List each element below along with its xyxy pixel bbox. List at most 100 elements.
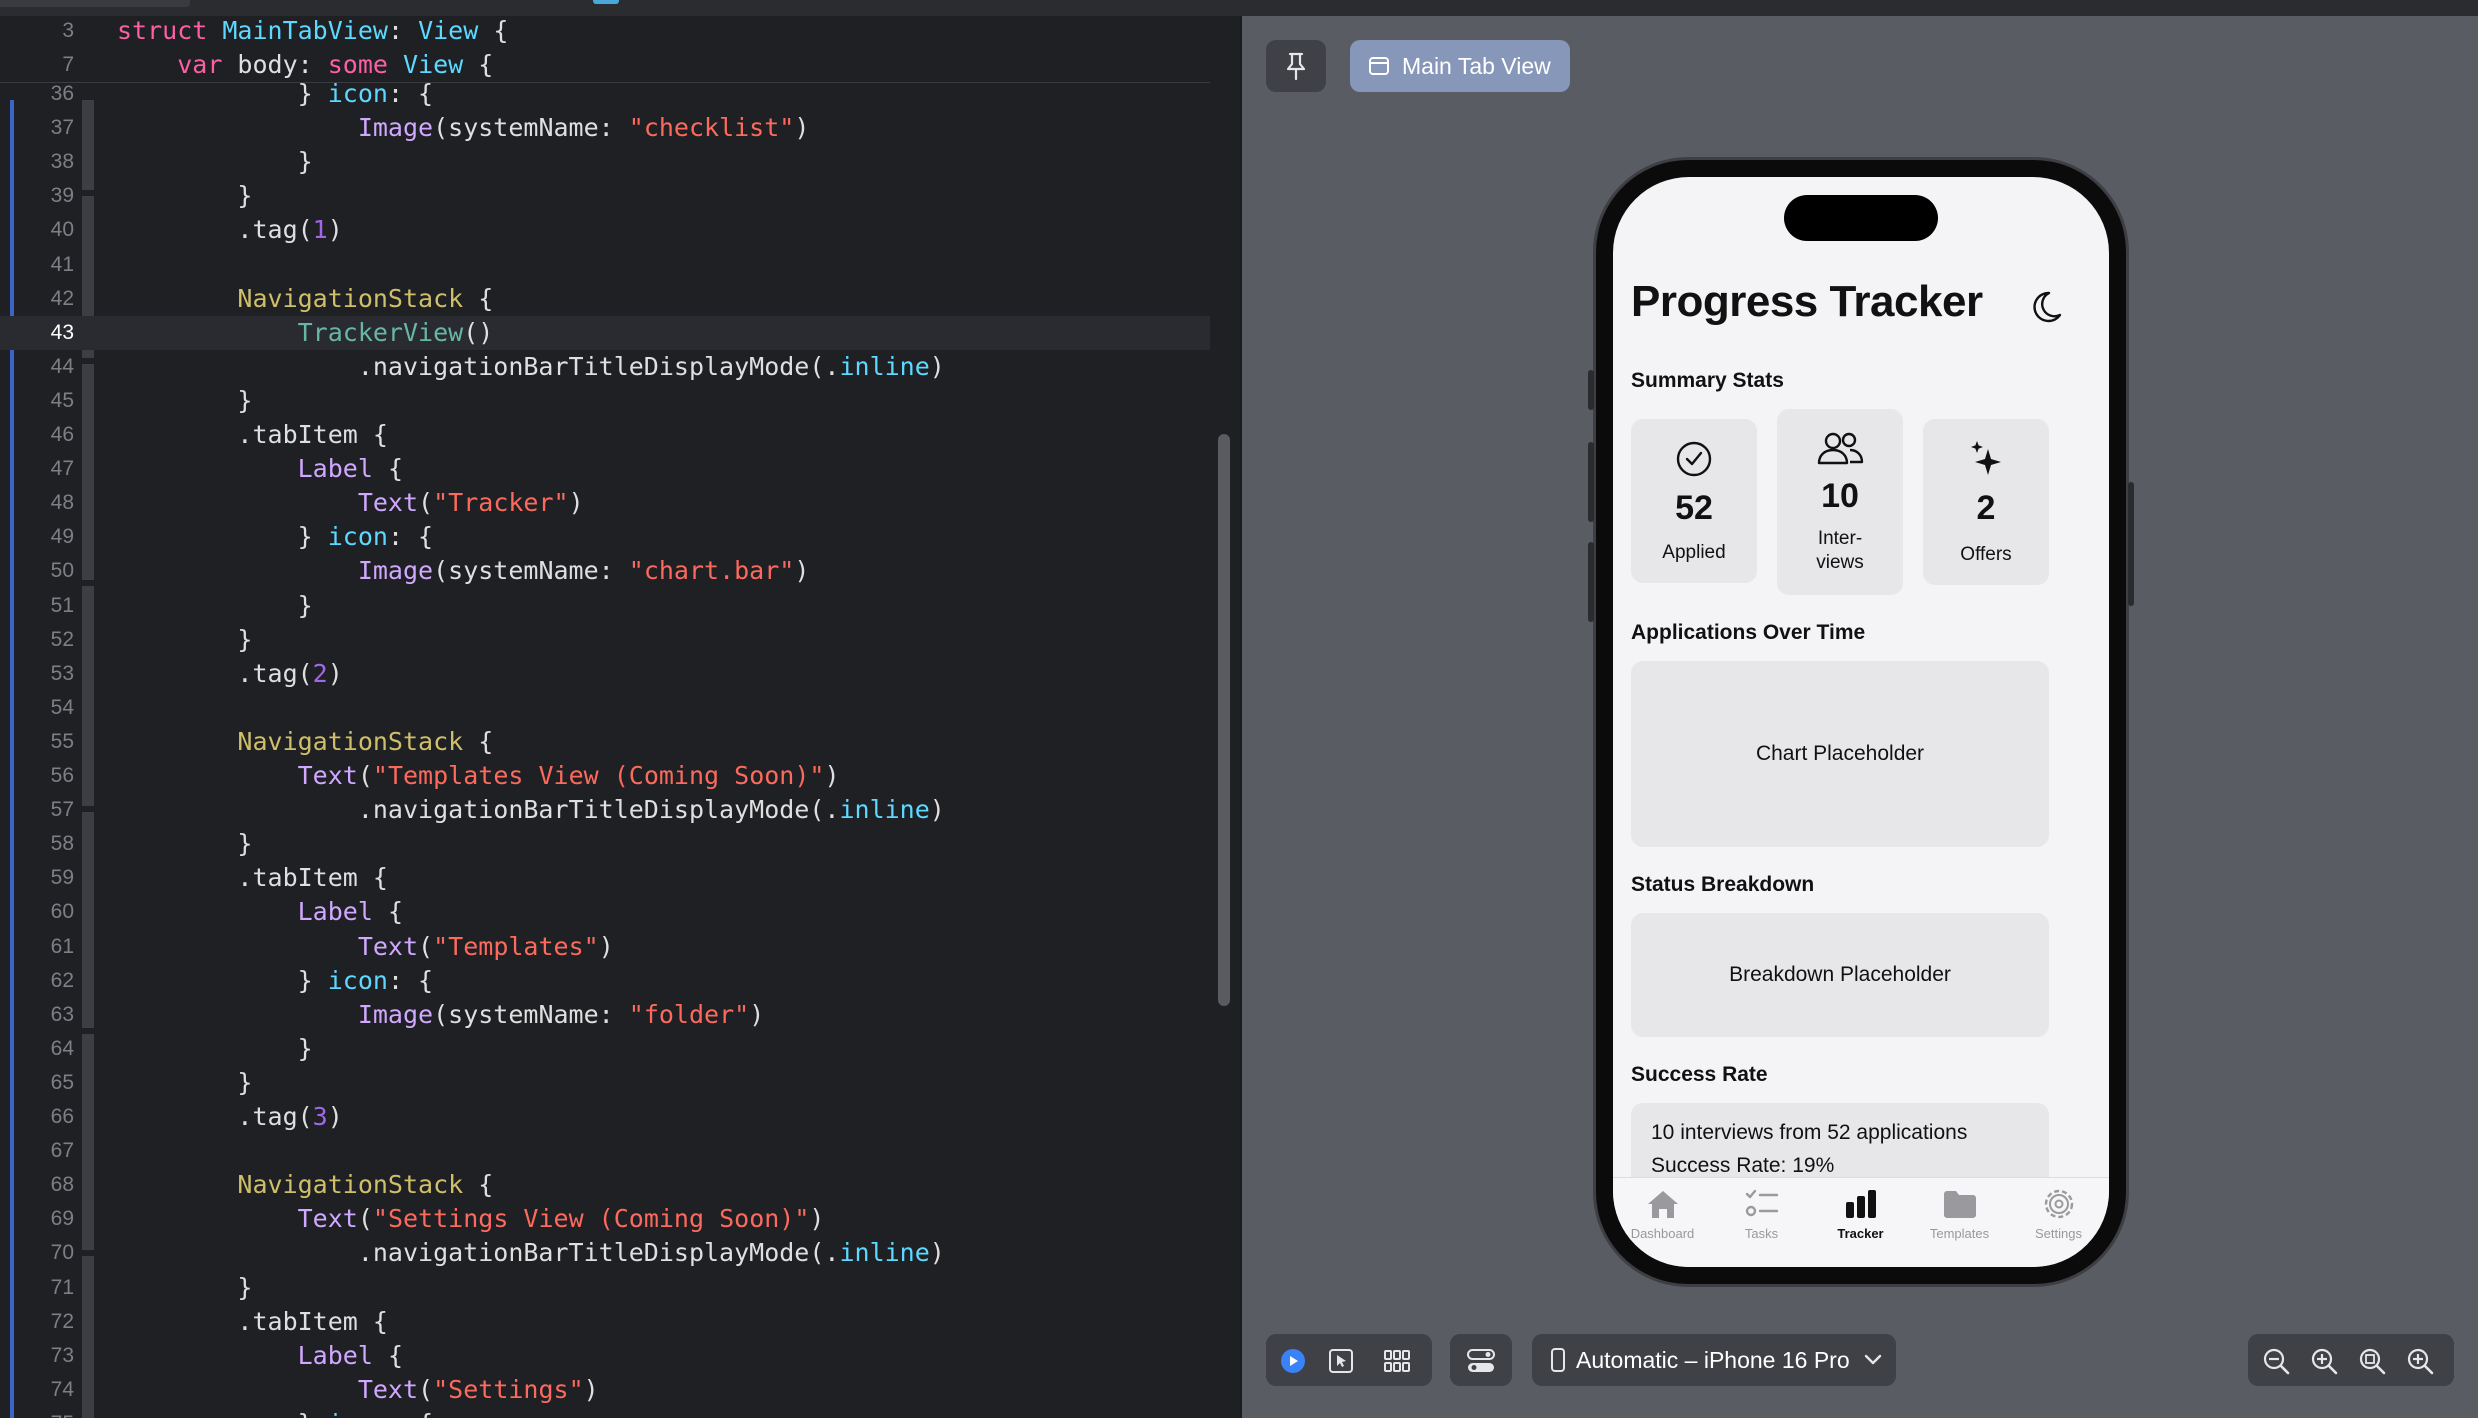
code-text[interactable]: NavigationStack { bbox=[117, 725, 493, 759]
code-text[interactable]: } bbox=[117, 1066, 252, 1100]
code-text[interactable]: .tag(3) bbox=[117, 1100, 342, 1134]
code-line[interactable]: 40 .tag(1) bbox=[0, 213, 1210, 247]
sticky-scope-header[interactable]: 3 struct MainTabView: View {7 var body: s… bbox=[0, 16, 1210, 83]
code-text[interactable]: .tabItem { bbox=[117, 1305, 388, 1339]
code-line[interactable]: 37 Image(systemName: "checklist") bbox=[0, 111, 1210, 145]
code-line[interactable]: 56 Text("Templates View (Coming Soon)") bbox=[0, 759, 1210, 793]
code-text[interactable]: NavigationStack { bbox=[117, 1168, 493, 1202]
code-line[interactable]: 65 } bbox=[0, 1066, 1210, 1100]
code-text[interactable]: } bbox=[117, 589, 313, 623]
zoom-in-icon[interactable] bbox=[2310, 1347, 2338, 1375]
code-line[interactable]: 51 } bbox=[0, 589, 1210, 623]
code-line[interactable]: 60 Label { bbox=[0, 895, 1210, 929]
code-text[interactable]: Image(systemName: "folder") bbox=[117, 998, 764, 1032]
code-text[interactable]: .navigationBarTitleDisplayMode(.inline) bbox=[117, 350, 945, 384]
code-text[interactable]: } icon: { bbox=[117, 964, 433, 998]
code-line[interactable]: 61 Text("Templates") bbox=[0, 930, 1210, 964]
zoom-100-icon[interactable] bbox=[2406, 1347, 2434, 1375]
sticky-code-line[interactable]: 7 var body: some View { bbox=[0, 48, 1210, 82]
code-line[interactable]: 72 .tabItem { bbox=[0, 1305, 1210, 1339]
code-text[interactable]: Label { bbox=[117, 1339, 403, 1373]
zoom-out-icon[interactable] bbox=[2262, 1347, 2290, 1375]
code-line[interactable]: 48 Text("Tracker") bbox=[0, 486, 1210, 520]
select-cursor-icon[interactable] bbox=[1328, 1348, 1354, 1374]
code-line[interactable]: 70 .navigationBarTitleDisplayMode(.inlin… bbox=[0, 1236, 1210, 1270]
code-text[interactable]: .tag(1) bbox=[117, 213, 342, 247]
code-line[interactable]: 46 .tabItem { bbox=[0, 418, 1210, 452]
code-line[interactable]: 69 Text("Settings View (Coming Soon)") bbox=[0, 1202, 1210, 1236]
code-text[interactable]: .tabItem { bbox=[117, 418, 388, 452]
code-line[interactable]: 47 Label { bbox=[0, 452, 1210, 486]
code-line[interactable]: 75 } icon: { bbox=[0, 1407, 1210, 1418]
code-line[interactable]: 52 } bbox=[0, 623, 1210, 657]
moon-icon[interactable] bbox=[2025, 287, 2065, 327]
code-line[interactable]: 59 .tabItem { bbox=[0, 861, 1210, 895]
code-line[interactable]: 66 .tag(3) bbox=[0, 1100, 1210, 1134]
code-text[interactable]: Text("Templates") bbox=[117, 930, 614, 964]
code-line[interactable]: 43 TrackerView() bbox=[0, 315, 1210, 350]
code-text[interactable]: Image(systemName: "chart.bar") bbox=[117, 554, 810, 588]
variants-grid-icon[interactable] bbox=[1384, 1349, 1410, 1373]
code-line[interactable]: 53 .tag(2) bbox=[0, 657, 1210, 691]
code-line[interactable]: 58 } bbox=[0, 827, 1210, 861]
code-line[interactable]: 50 Image(systemName: "chart.bar") bbox=[0, 554, 1210, 588]
code-text[interactable]: Text("Tracker") bbox=[117, 486, 584, 520]
code-text[interactable]: TrackerView() bbox=[117, 316, 494, 350]
code-text[interactable]: struct MainTabView: View { bbox=[117, 16, 508, 48]
code-line[interactable]: 64 } bbox=[0, 1032, 1210, 1066]
code-text[interactable]: Image(systemName: "checklist") bbox=[117, 111, 810, 145]
code-line[interactable]: 55 NavigationStack { bbox=[0, 725, 1210, 759]
code-text[interactable]: var body: some View { bbox=[117, 48, 493, 82]
zoom-fit-icon[interactable] bbox=[2358, 1347, 2386, 1375]
code-line[interactable]: 62 } icon: { bbox=[0, 964, 1210, 998]
code-text[interactable]: } bbox=[117, 827, 252, 861]
code-text[interactable]: .navigationBarTitleDisplayMode(.inline) bbox=[117, 793, 945, 827]
live-play-icon[interactable] bbox=[1280, 1348, 1306, 1374]
code-line[interactable]: 42 NavigationStack { bbox=[0, 282, 1210, 316]
code-text[interactable]: Text("Templates View (Coming Soon)") bbox=[117, 759, 840, 793]
code-text[interactable]: } bbox=[117, 1271, 252, 1305]
code-text[interactable]: .tabItem { bbox=[117, 861, 388, 895]
code-text[interactable]: } icon: { bbox=[117, 520, 433, 554]
code-line[interactable]: 38 } bbox=[0, 145, 1210, 179]
code-text[interactable]: } bbox=[117, 145, 313, 179]
code-text[interactable]: Text("Settings") bbox=[117, 1373, 599, 1407]
code-text[interactable]: } bbox=[117, 384, 252, 418]
code-line[interactable]: 68 NavigationStack { bbox=[0, 1168, 1210, 1202]
editor-scrollbar[interactable] bbox=[1218, 434, 1230, 1006]
tab-templates[interactable]: Templates bbox=[1910, 1178, 2009, 1267]
tab-tracker[interactable]: Tracker bbox=[1811, 1178, 1910, 1267]
code-line[interactable]: 45 } bbox=[0, 384, 1210, 418]
device-settings-button[interactable] bbox=[1450, 1334, 1512, 1386]
code-text[interactable]: .navigationBarTitleDisplayMode(.inline) bbox=[117, 1236, 945, 1270]
code-line[interactable]: 73 Label { bbox=[0, 1339, 1210, 1373]
tab-settings[interactable]: Settings bbox=[2009, 1178, 2108, 1267]
code-text[interactable]: Label { bbox=[117, 452, 403, 486]
code-line[interactable]: 63 Image(systemName: "folder") bbox=[0, 998, 1210, 1032]
tab-dashboard[interactable]: Dashboard bbox=[1613, 1178, 1712, 1267]
code-text[interactable]: } icon: { bbox=[117, 1407, 433, 1418]
preview-view-selector[interactable]: Main Tab View bbox=[1350, 40, 1570, 92]
code-text[interactable]: .tag(2) bbox=[117, 657, 342, 691]
code-text[interactable]: Label { bbox=[117, 895, 403, 929]
code-line[interactable]: 71 } bbox=[0, 1271, 1210, 1305]
code-line[interactable]: 39 } bbox=[0, 179, 1210, 213]
code-text[interactable]: } bbox=[117, 1032, 313, 1066]
code-line[interactable]: 44 .navigationBarTitleDisplayMode(.inlin… bbox=[0, 350, 1210, 384]
pin-preview-button[interactable] bbox=[1266, 40, 1326, 92]
sticky-code-line[interactable]: 3 struct MainTabView: View { bbox=[0, 16, 1210, 48]
editor-tab[interactable] bbox=[0, 0, 190, 7]
code-line[interactable]: 74 Text("Settings") bbox=[0, 1373, 1210, 1407]
code-line[interactable]: 67 bbox=[0, 1134, 1210, 1168]
code-line[interactable]: 49 } icon: { bbox=[0, 520, 1210, 554]
code-text[interactable]: NavigationStack { bbox=[117, 282, 493, 316]
code-editor[interactable]: 36 } icon: {37 Image(systemName: "checkl… bbox=[0, 16, 1240, 1418]
code-line[interactable]: 41 bbox=[0, 248, 1210, 282]
code-line[interactable]: 54 bbox=[0, 691, 1210, 725]
code-text[interactable]: Text("Settings View (Coming Soon)") bbox=[117, 1202, 825, 1236]
code-text[interactable]: } bbox=[117, 179, 252, 213]
code-line[interactable]: 57 .navigationBarTitleDisplayMode(.inlin… bbox=[0, 793, 1210, 827]
device-selector[interactable]: Automatic – iPhone 16 Pro bbox=[1532, 1334, 1896, 1386]
code-text[interactable]: } bbox=[117, 623, 252, 657]
tab-tasks[interactable]: Tasks bbox=[1712, 1178, 1811, 1267]
